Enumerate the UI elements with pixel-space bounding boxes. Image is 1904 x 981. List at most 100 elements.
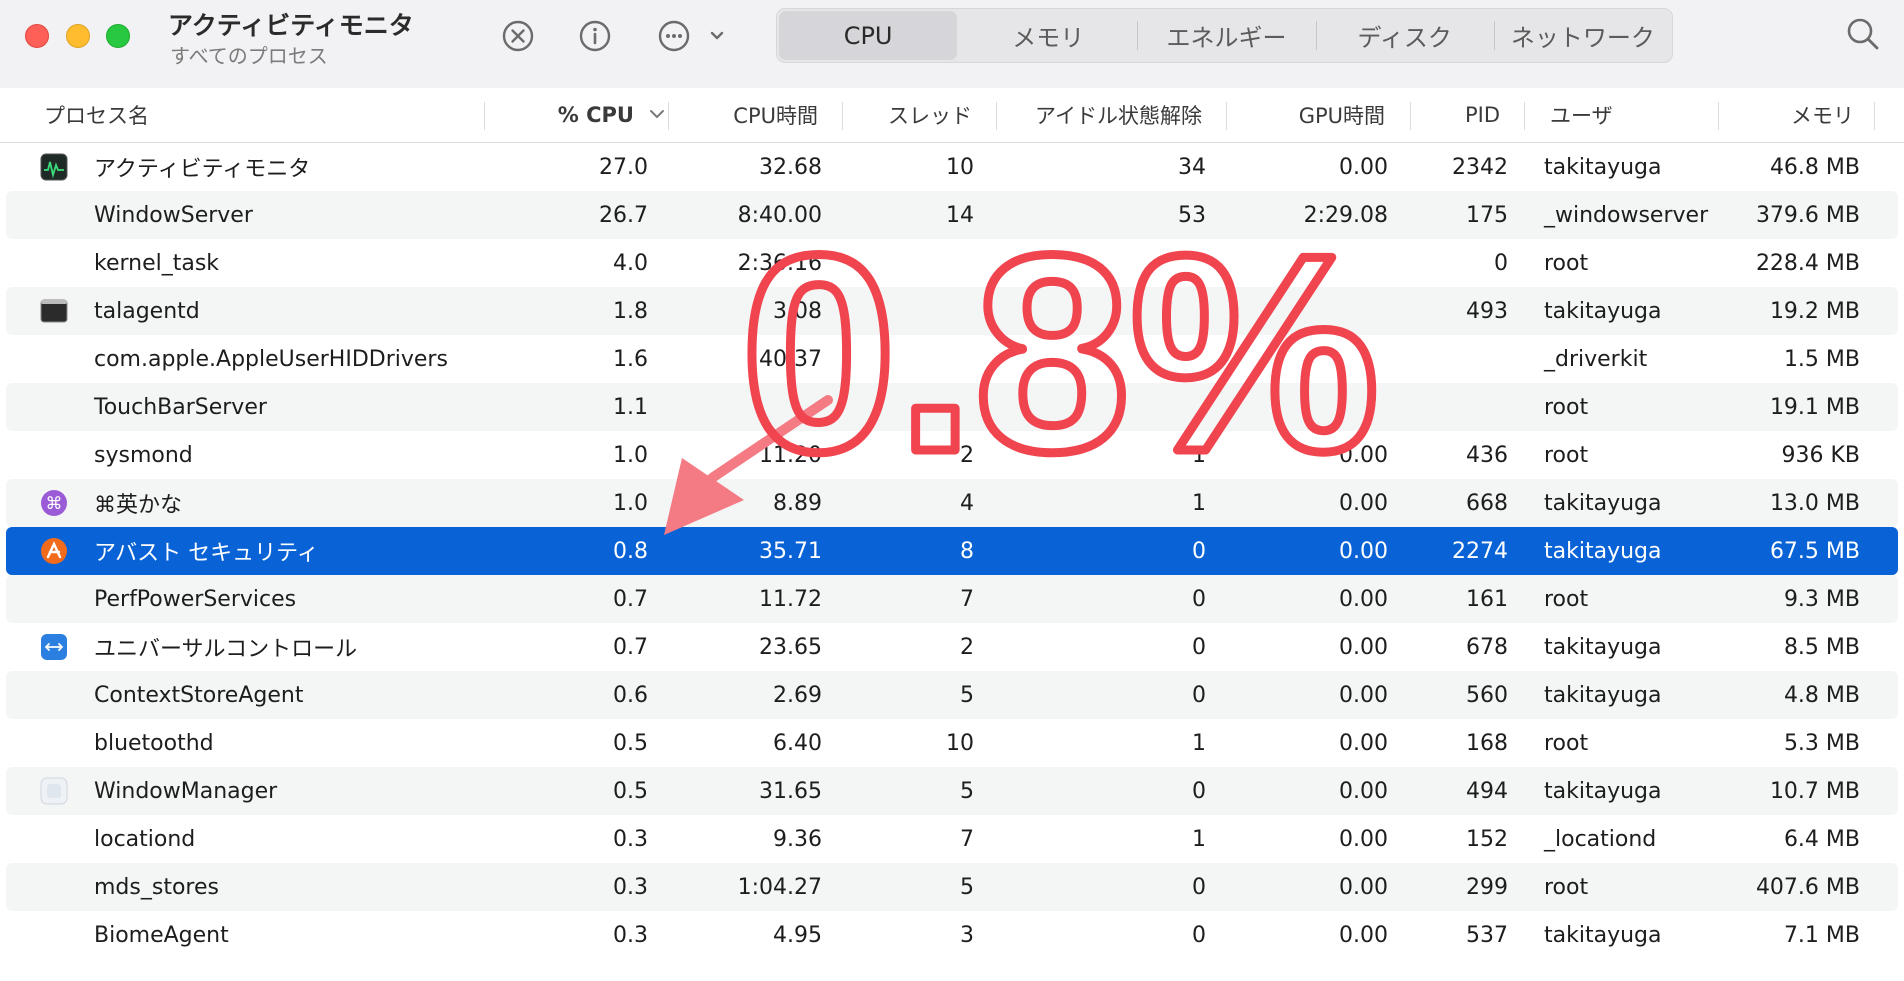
cell-threads: 10 <box>946 154 974 180</box>
column-header-cpu[interactable]: % CPU <box>484 88 664 142</box>
cell-cpu: 1.0 <box>613 490 648 516</box>
toolbar: アクティビティモニタ すべてのプロセス CPU メモリ エネルギー ディスク ネ… <box>0 0 1904 89</box>
cell-gpu-time: 0.00 <box>1339 874 1388 900</box>
table-row[interactable]: ContextStoreAgent 0.6 2.69 5 0 0.00 560 takitay… <box>6 671 1898 719</box>
cell-memory: 9.3 MB <box>1783 586 1860 612</box>
cell-cpu-time: 2.69 <box>773 682 822 708</box>
stop-process-button[interactable] <box>498 16 538 56</box>
column-divider[interactable] <box>1524 102 1525 130</box>
cell-idle-wakeups: 1 <box>1192 442 1206 468</box>
cell-threads <box>842 287 974 335</box>
table-row[interactable]: WindowManager 0.5 31.65 5 0 0.00 494 takitayuga… <box>6 767 1898 815</box>
table-row[interactable]: ユニバーサルコントロール 0.7 23.65 2 0 0.00 678 takitayuga 8… <box>6 623 1898 671</box>
sort-descending-icon <box>650 107 664 123</box>
cell-memory: 46.8 MB <box>1769 154 1860 180</box>
search-button[interactable] <box>1843 14 1883 54</box>
cell-memory: 379.6 MB <box>1755 202 1860 228</box>
cell-gpu-time <box>1226 239 1388 287</box>
cell-cpu: 1.6 <box>613 346 648 372</box>
tab-cpu[interactable]: CPU <box>779 11 958 60</box>
cell-user: takitayuga <box>1544 634 1662 660</box>
cell-cpu-time: 9.36 <box>773 826 822 852</box>
cell-process-name: mds_stores <box>94 874 219 900</box>
cell-idle-wakeups: 1 <box>1192 826 1206 852</box>
cell-user: takitayuga <box>1544 154 1662 180</box>
cell-cpu: 1.8 <box>613 298 648 324</box>
cell-gpu-time <box>1226 383 1388 431</box>
cell-pid: 560 <box>1466 682 1508 708</box>
table-row[interactable]: locationd 0.3 9.36 7 1 0.00 152 _locationd 6.4 M… <box>6 815 1898 863</box>
table-row[interactable]: com.apple.AppleUserHIDDrivers 1.6 40.37 _dr… <box>6 335 1898 383</box>
table-row[interactable]: bluetoothd 0.5 6.40 10 1 0.00 168 root 5.3 MB <box>6 719 1898 767</box>
tab-energy[interactable]: エネルギー <box>1137 9 1315 62</box>
cell-idle-wakeups: 0 <box>1192 538 1206 564</box>
more-options-button[interactable] <box>656 16 728 56</box>
cell-pid: 678 <box>1466 634 1508 660</box>
column-header-memory[interactable]: メモリ <box>1718 88 1854 142</box>
cell-process-name: WindowManager <box>94 778 278 804</box>
table-row[interactable]: mds_stores 0.3 1:04.27 5 0 0.00 299 root 407.6 M… <box>6 863 1898 911</box>
cell-process-name: ユニバーサルコントロール <box>94 637 358 662</box>
column-header-process-name[interactable]: プロセス名 <box>44 88 149 142</box>
cell-gpu-time: 0.00 <box>1339 922 1388 948</box>
table-row[interactable]: kernel_task 4.0 2:36.16 0 root 228.4 MB <box>6 239 1898 287</box>
cell-threads: 5 <box>960 682 974 708</box>
cell-idle-wakeups <box>996 335 1206 383</box>
tab-network[interactable]: ネットワーク <box>1493 9 1672 62</box>
tab-disk[interactable]: ディスク <box>1315 9 1494 62</box>
cell-pid: 537 <box>1466 922 1508 948</box>
tab-memory[interactable]: メモリ <box>959 9 1137 62</box>
table-row[interactable]: BiomeAgent 0.3 4.95 3 0 0.00 537 takitayuga 7.1 … <box>6 911 1898 959</box>
table-row-selected[interactable]: アバスト セキュリティ 0.8 35.71 8 0 0.00 2274 takitayuga 6… <box>6 527 1898 575</box>
column-header-user[interactable]: ユーザ <box>1550 88 1613 142</box>
cell-idle-wakeups <box>996 287 1206 335</box>
cell-memory: 228.4 MB <box>1755 250 1860 276</box>
table-row[interactable]: ⌘ ⌘英かな 1.0 8.89 4 1 0.00 668 takitayuga 13.0 MB <box>6 479 1898 527</box>
column-header-idle-wakeups[interactable]: アイドル状態解除 <box>996 88 1202 142</box>
info-button[interactable] <box>575 16 615 56</box>
cell-cpu-time: 11.72 <box>759 586 822 612</box>
cell-idle-wakeups: 1 <box>1192 730 1206 756</box>
more-options-icon <box>657 19 727 53</box>
cell-user: _windowserver <box>1544 202 1709 228</box>
table-row[interactable]: TouchBarServer 1.1 root 19.1 MB <box>6 383 1898 431</box>
column-divider[interactable] <box>1874 102 1875 130</box>
cell-threads: 5 <box>960 874 974 900</box>
cell-user: root <box>1544 442 1589 468</box>
cell-memory: 10.7 MB <box>1769 778 1860 804</box>
cell-threads: 2 <box>960 634 974 660</box>
search-icon <box>1843 18 1883 58</box>
cell-cpu-time <box>668 383 822 431</box>
cell-user: root <box>1544 874 1589 900</box>
cell-cpu-time: 4.95 <box>773 922 822 948</box>
table-row[interactable]: アクティビティモニタ 27.0 32.68 10 34 0.00 2342 takitayug… <box>6 143 1898 191</box>
cell-idle-wakeups: 0 <box>1192 634 1206 660</box>
table-row[interactable]: sysmond 1.0 11.20 2 1 0.00 436 root 936 KB <box>6 431 1898 479</box>
terminal-icon <box>40 297 68 325</box>
table-row[interactable]: PerfPowerServices 0.7 11.72 7 0 0.00 161 root 9.… <box>6 575 1898 623</box>
column-header-pid[interactable]: PID <box>1410 88 1500 142</box>
cell-cpu: 1.1 <box>613 394 648 420</box>
cell-memory: 19.1 MB <box>1769 394 1860 420</box>
cell-user: takitayuga <box>1544 922 1662 948</box>
table-row[interactable]: talagentd 1.8 3.08 493 takitayuga 19.2 MB <box>6 287 1898 335</box>
cell-threads: 8 <box>960 538 974 564</box>
cell-memory: 1.5 MB <box>1783 346 1860 372</box>
zoom-window-button[interactable] <box>106 24 130 48</box>
column-header-gpu-time[interactable]: GPU時間 <box>1226 88 1385 142</box>
minimize-window-button[interactable] <box>66 24 90 48</box>
close-window-button[interactable] <box>25 24 49 48</box>
table-row[interactable]: WindowServer 26.7 8:40.00 14 53 2:29.08 175 _wi… <box>6 191 1898 239</box>
cell-threads: 4 <box>960 490 974 516</box>
column-header-threads[interactable]: スレッド <box>842 88 972 142</box>
column-header-cpu-time[interactable]: CPU時間 <box>668 88 818 142</box>
cell-cpu: 0.7 <box>613 634 648 660</box>
cell-cpu: 0.3 <box>613 922 648 948</box>
cell-pid: 152 <box>1466 826 1508 852</box>
cell-memory: 4.8 MB <box>1783 682 1860 708</box>
cell-gpu-time: 0.00 <box>1339 730 1388 756</box>
svg-text:⌘: ⌘ <box>46 494 63 514</box>
cell-memory: 67.5 MB <box>1769 538 1860 564</box>
cell-process-name: アバスト セキュリティ <box>94 541 319 566</box>
cell-pid <box>1410 335 1508 383</box>
